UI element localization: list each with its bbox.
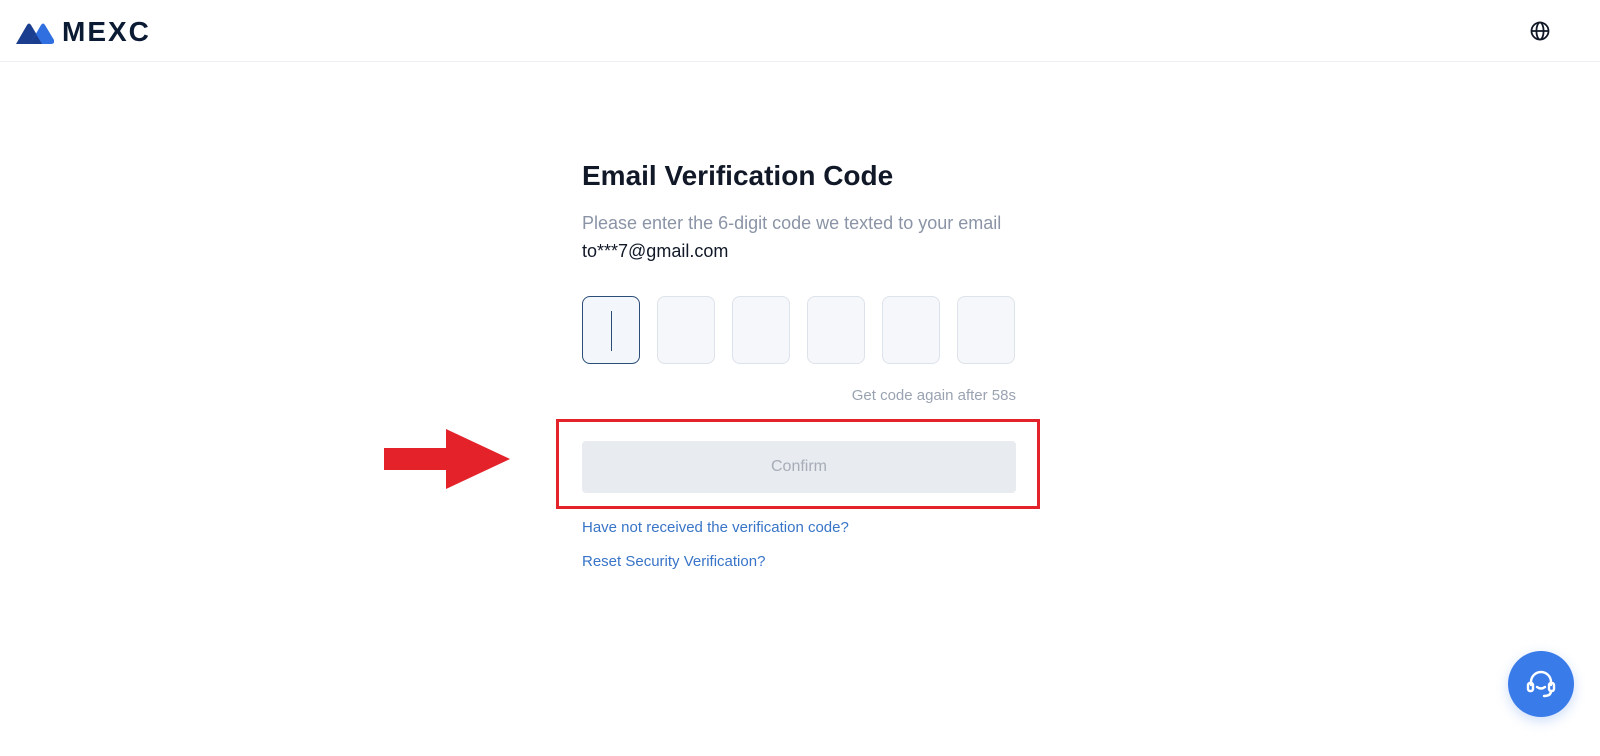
- masked-email: to***7@gmail.com: [582, 241, 729, 261]
- code-digit-3[interactable]: [732, 296, 790, 364]
- red-arrow-right-icon: [384, 429, 510, 489]
- mexc-mountain-logo-icon: [16, 23, 54, 44]
- code-not-received-link[interactable]: Have not received the verification code?: [582, 519, 849, 536]
- logo-text: MEXC: [62, 16, 151, 47]
- top-header: MEXC: [0, 0, 1600, 62]
- confirm-button[interactable]: Confirm: [582, 441, 1016, 493]
- code-digit-4[interactable]: [807, 296, 865, 364]
- mexc-logo[interactable]: MEXC: [16, 15, 151, 49]
- code-digit-2[interactable]: [657, 296, 715, 364]
- customer-support-button[interactable]: [1508, 651, 1574, 717]
- instruction-prefix: Please enter the 6-digit code we texted …: [582, 213, 1002, 233]
- globe-icon[interactable]: [1528, 19, 1552, 43]
- page-title: Email Verification Code: [582, 160, 894, 191]
- code-digit-1[interactable]: [582, 296, 640, 364]
- text-caret: [611, 311, 612, 351]
- instruction-text: Please enter the 6-digit code we texted …: [582, 209, 1012, 265]
- customer-support-icon: [1526, 670, 1556, 698]
- code-digit-6[interactable]: [957, 296, 1015, 364]
- code-input-group: [582, 296, 1015, 364]
- code-digit-5[interactable]: [882, 296, 940, 364]
- reset-security-link[interactable]: Reset Security Verification?: [582, 553, 765, 570]
- resend-countdown: Get code again after 58s: [851, 387, 1016, 404]
